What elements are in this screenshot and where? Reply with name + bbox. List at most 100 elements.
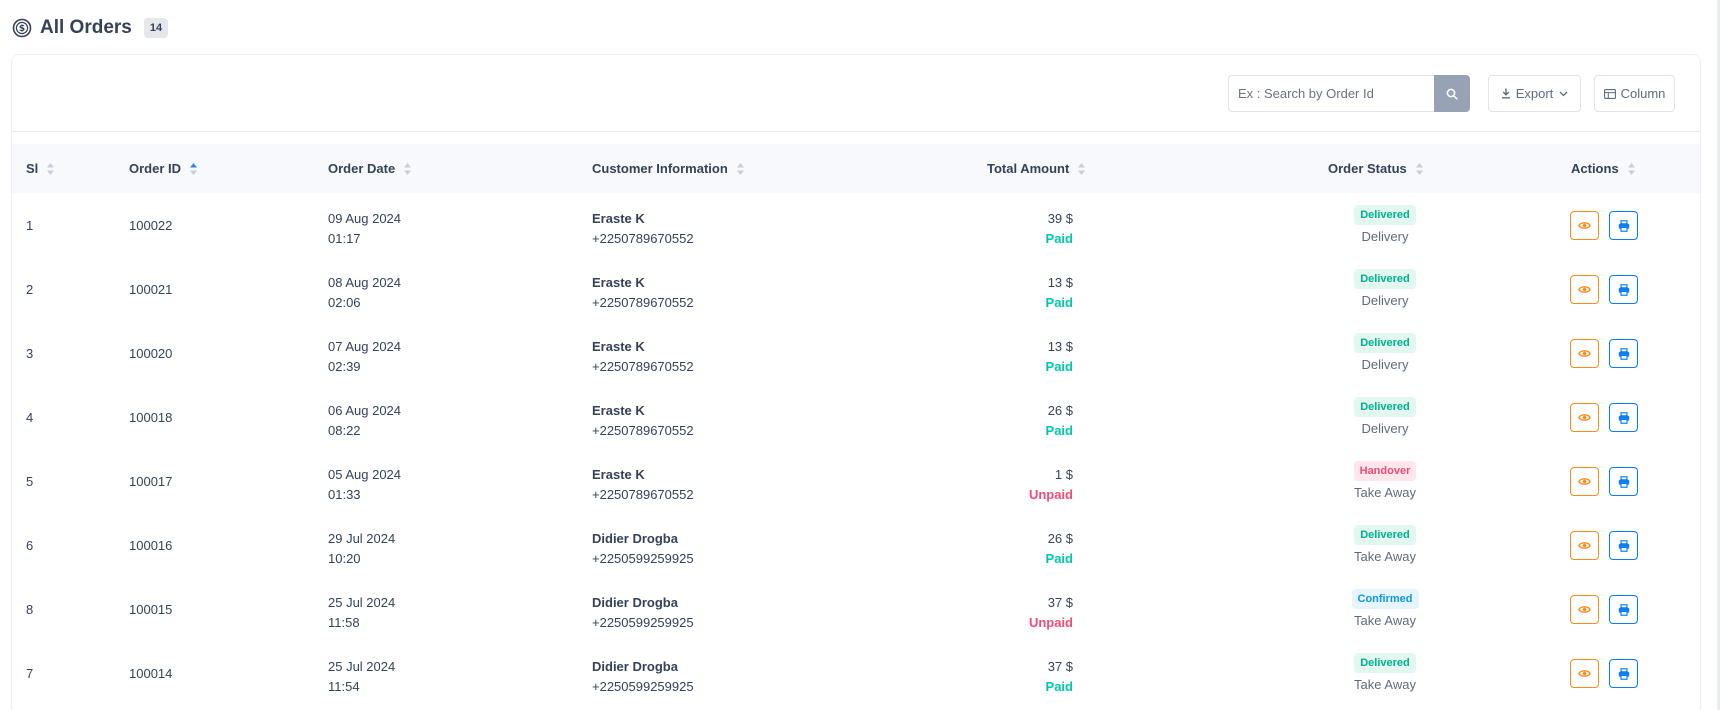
customer-info-cell: Eraste K +2250789670552 [592,465,694,505]
column-header-order-id[interactable]: Order ID [129,144,198,193]
column-header-actions[interactable]: Actions [1571,144,1636,193]
view-order-button[interactable] [1570,339,1599,368]
order-id-cell[interactable]: 100022 [129,218,172,233]
sl-cell: 2 [26,282,34,297]
customer-name[interactable]: Eraste K [592,465,694,485]
column-header-label: Customer Information [592,161,728,176]
customer-name[interactable]: Eraste K [592,273,694,293]
search-input[interactable] [1228,75,1434,112]
amount-value: 39 $ [1047,211,1073,226]
order-time: 08:22 [328,423,361,438]
view-order-button[interactable] [1570,275,1599,304]
customer-phone: +2250599259925 [592,679,694,694]
table-columns-icon [1603,88,1616,99]
order-status-cell: Handover Take Away [1325,461,1445,500]
table-row: 4 100018 06 Aug 2024 08:22 Eraste K +225… [12,385,1700,449]
sort-ascending-icon [190,162,198,175]
order-date-cell: 06 Aug 2024 08:22 [328,401,401,441]
order-id-cell[interactable]: 100015 [129,602,172,617]
orders-dollar-icon: $ [12,18,32,38]
order-count-badge: 14 [143,18,169,38]
customer-phone: +2250599259925 [592,551,694,566]
total-amount-cell: 13 $ Paid [953,273,1073,313]
order-id-cell[interactable]: 100020 [129,346,172,361]
print-invoice-button[interactable] [1609,595,1638,624]
print-invoice-button[interactable] [1609,211,1638,240]
order-time: 02:06 [328,295,361,310]
order-id-cell[interactable]: 100018 [129,410,172,425]
view-order-button[interactable] [1570,659,1599,688]
customer-info-cell: Didier Drogba +2250599259925 [592,657,694,697]
view-order-button[interactable] [1570,531,1599,560]
status-badge: Delivered [1354,269,1416,289]
status-badge: Handover [1353,461,1417,481]
order-id-cell[interactable]: 100014 [129,666,172,681]
total-amount-cell: 26 $ Paid [953,529,1073,569]
order-date-cell: 25 Jul 2024 11:58 [328,593,395,633]
order-date-cell: 29 Jul 2024 10:20 [328,529,395,569]
eye-icon [1578,606,1591,613]
customer-name[interactable]: Eraste K [592,209,694,229]
print-invoice-button[interactable] [1609,339,1638,368]
print-invoice-button[interactable] [1609,659,1638,688]
customer-info-cell: Eraste K +2250789670552 [592,401,694,441]
order-time: 10:20 [328,551,361,566]
customer-name[interactable]: Eraste K [592,337,694,357]
column-header-label: Sl [26,161,39,176]
print-invoice-button[interactable] [1609,275,1638,304]
column-header-total-amount[interactable]: Total Amount [987,144,1086,193]
column-header-customer-information[interactable]: Customer Information [592,144,745,193]
amount-value: 37 $ [1047,659,1073,674]
customer-name[interactable]: Eraste K [592,401,694,421]
table-row: 7 100014 25 Jul 2024 11:54 Didier Drogba… [12,641,1700,705]
customer-name[interactable]: Didier Drogba [592,593,694,613]
order-date: 25 Jul 2024 [328,659,396,674]
column-button[interactable]: Column [1594,75,1675,112]
view-order-button[interactable] [1570,211,1599,240]
print-invoice-button[interactable] [1609,467,1638,496]
status-badge: Confirmed [1351,589,1419,609]
printer-icon [1618,219,1629,232]
column-header-label: Order ID [129,161,182,176]
customer-name[interactable]: Didier Drogba [592,529,694,549]
order-status-cell: Confirmed Take Away [1325,589,1445,628]
column-header-order-date[interactable]: Order Date [328,144,412,193]
order-time: 01:33 [328,487,361,502]
print-invoice-button[interactable] [1609,403,1638,432]
print-invoice-button[interactable] [1609,531,1638,560]
order-id-cell[interactable]: 100016 [129,538,172,553]
printer-icon [1618,667,1629,680]
view-order-button[interactable] [1570,403,1599,432]
order-time: 01:17 [328,231,361,246]
eye-icon [1578,222,1591,229]
order-type: Delivery [1361,357,1409,372]
amount-value: 13 $ [1047,339,1073,354]
order-date-cell: 25 Jul 2024 11:54 [328,657,395,697]
status-badge: Delivered [1354,525,1416,545]
customer-name[interactable]: Didier Drogba [592,657,694,677]
total-amount-cell: 1 $ Unpaid [953,465,1073,505]
order-id-cell[interactable]: 100021 [129,282,172,297]
view-order-button[interactable] [1570,595,1599,624]
order-status-cell: Delivered Take Away [1325,653,1445,692]
payment-status: Paid [1045,231,1073,246]
status-badge: Delivered [1354,333,1416,353]
export-label: Export [1515,86,1554,101]
sort-icon [1078,162,1086,175]
order-id-cell[interactable]: 100017 [129,474,172,489]
column-header-sl[interactable]: Sl [26,144,55,193]
customer-info-cell: Didier Drogba +2250599259925 [592,529,694,569]
column-header-label: Order Status [1328,161,1407,176]
download-icon [1501,88,1510,99]
status-badge: Delivered [1354,205,1416,225]
column-header-order-status[interactable]: Order Status [1328,144,1424,193]
customer-phone: +2250789670552 [592,487,694,502]
eye-icon [1578,350,1591,357]
sl-cell: 4 [26,410,34,425]
view-order-button[interactable] [1570,467,1599,496]
sort-icon [1415,162,1423,175]
order-status-cell: Delivered Delivery [1325,205,1445,244]
search-button[interactable] [1434,75,1470,112]
column-header-label: Actions [1571,161,1619,176]
export-button[interactable]: Export [1488,75,1581,112]
